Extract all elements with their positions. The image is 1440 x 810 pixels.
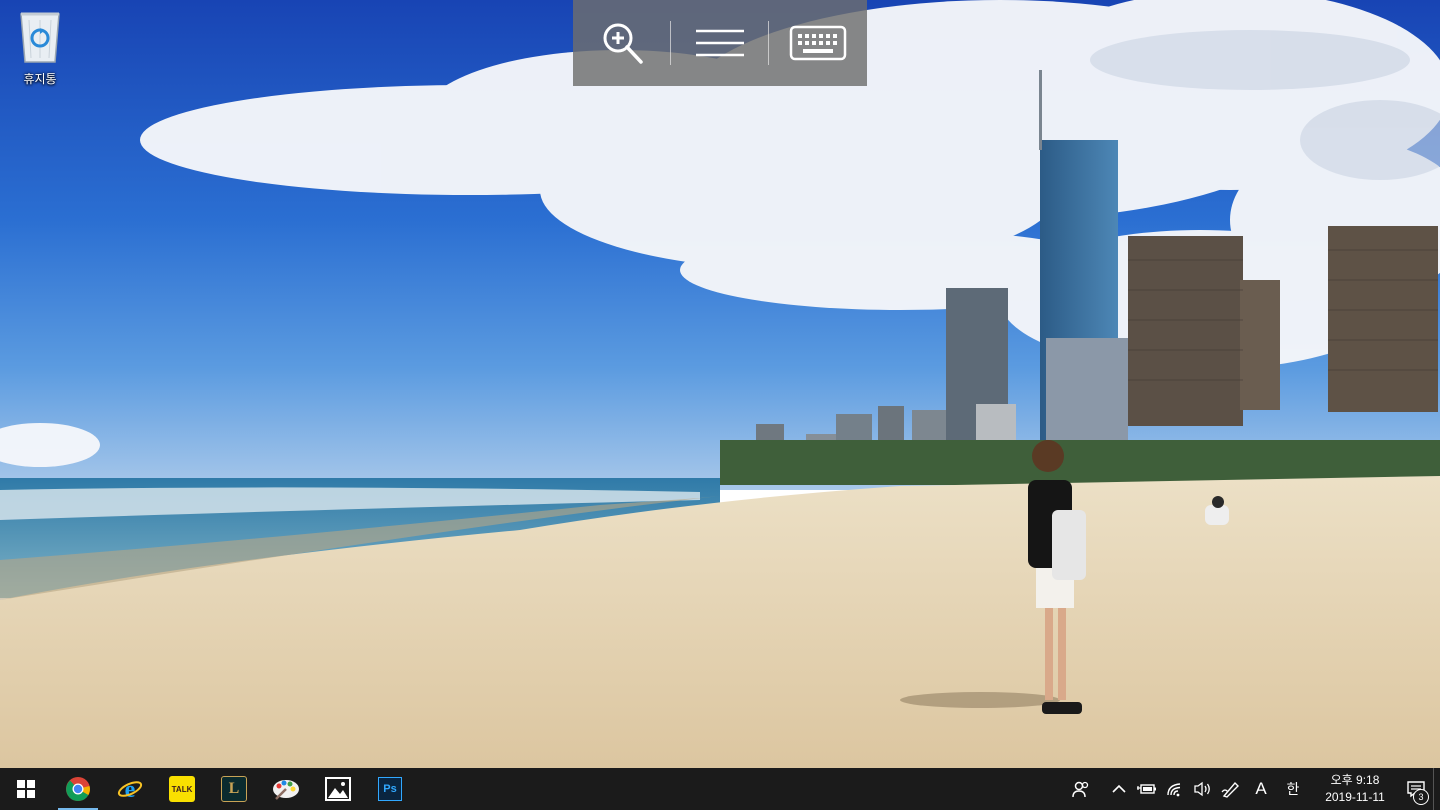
- recycle-bin-shortcut[interactable]: 휴지통: [8, 8, 72, 90]
- recycle-bin-label: 휴지통: [23, 72, 57, 86]
- taskbar-app-kakaotalk[interactable]: TALK: [156, 768, 208, 810]
- recycle-bin-icon: [20, 12, 60, 63]
- zoom-in-icon: [603, 23, 643, 64]
- battery-button[interactable]: [1133, 768, 1161, 810]
- wifi-icon: [1167, 783, 1181, 797]
- people-button[interactable]: [1067, 768, 1095, 810]
- photos-icon: [325, 777, 351, 801]
- clock-button[interactable]: 오후 9:18 2019-11-11: [1315, 768, 1395, 810]
- taskbar: e TALK L Ps A 한 오후 9:18 2019-11-11 3: [0, 768, 1440, 810]
- ime-language-label: 한: [1286, 781, 1300, 797]
- ime-mode-button[interactable]: A: [1245, 768, 1277, 810]
- start-button[interactable]: [0, 768, 52, 810]
- svg-text:e: e: [125, 777, 136, 802]
- taskbar-app-internet-explorer[interactable]: e: [104, 768, 156, 810]
- taskbar-app-league-of-legends[interactable]: L: [208, 768, 260, 810]
- taskbar-app-paint[interactable]: [260, 768, 312, 810]
- kakaotalk-icon-text: TALK: [171, 784, 193, 794]
- ime-language-button[interactable]: 한: [1277, 768, 1309, 810]
- paint-app-icon: [273, 780, 299, 800]
- internet-explorer-icon: e: [117, 777, 143, 802]
- photoshop-icon: Ps: [378, 777, 402, 801]
- chevron-up-icon: [1112, 784, 1126, 793]
- menu-button[interactable]: [671, 0, 768, 86]
- clock-time: 오후 9:18: [1330, 773, 1380, 787]
- clock-date: 2019-11-11: [1325, 790, 1385, 804]
- taskbar-app-photos[interactable]: [312, 768, 364, 810]
- taskbar-app-photoshop[interactable]: Ps: [364, 768, 416, 810]
- action-center-button[interactable]: 3: [1399, 768, 1433, 810]
- keyboard-icon: [789, 25, 846, 61]
- chrome-icon: [66, 777, 90, 802]
- windows-start-icon: [17, 780, 35, 798]
- pen-icon: [1221, 781, 1239, 798]
- network-button[interactable]: [1161, 768, 1189, 810]
- show-desktop-button[interactable]: [1433, 768, 1440, 810]
- wallpaper-beach-image: [0, 0, 1440, 768]
- ime-mode-label: A: [1255, 779, 1267, 798]
- league-of-legends-icon: L: [221, 776, 247, 802]
- pen-workspace-button[interactable]: [1217, 768, 1245, 810]
- taskbar-app-chrome[interactable]: [52, 768, 104, 810]
- menu-icon: [695, 29, 744, 57]
- speaker-icon: [1194, 781, 1210, 797]
- league-of-legends-icon-text: L: [228, 780, 240, 797]
- kakaotalk-icon: TALK: [169, 776, 195, 802]
- people-icon: [1072, 781, 1089, 798]
- zoom-in-button[interactable]: [573, 0, 670, 86]
- volume-button[interactable]: [1189, 768, 1217, 810]
- notification-count-badge: 3: [1413, 789, 1429, 805]
- desktop: 휴지통 e TALK L Ps A 한 오후 9:18 2019-11-11 3: [0, 0, 1440, 810]
- system-tray: A 한 오후 9:18 2019-11-11 3: [1067, 768, 1440, 810]
- remote-toolbar: [573, 0, 867, 86]
- keyboard-button[interactable]: [769, 0, 866, 86]
- photoshop-icon-text: Ps: [383, 783, 397, 795]
- battery-plug-icon: [1137, 784, 1156, 794]
- show-hidden-icons-button[interactable]: [1105, 768, 1133, 810]
